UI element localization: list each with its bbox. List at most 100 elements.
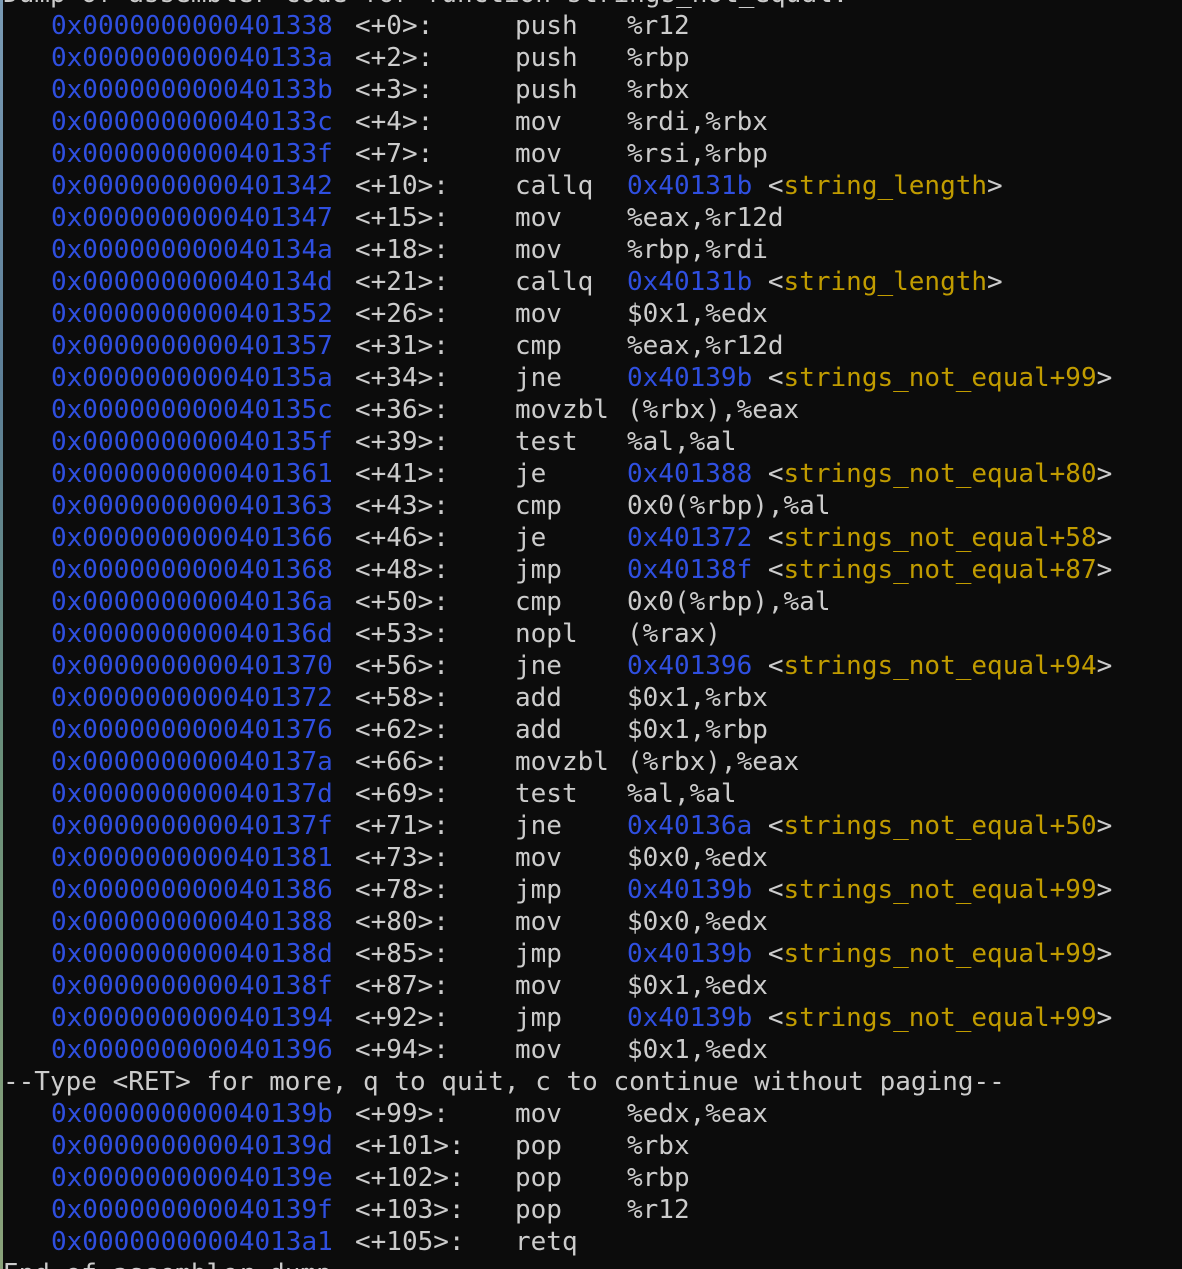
- instruction-mnemonic: jne: [515, 651, 562, 681]
- instruction-address: 0x0000000000401376: [51, 715, 333, 745]
- instruction-mnemonic: mov: [515, 1099, 562, 1129]
- instruction-address: 0x0000000000401366: [51, 523, 333, 553]
- operand-text: %rsi,%rbp: [627, 139, 768, 169]
- instruction-operands: $0x1,%edx: [627, 970, 768, 1002]
- instruction-operands: 0x401396 <strings_not_equal+94>: [627, 650, 1112, 682]
- operand-text: %rbp,%rdi: [627, 235, 768, 265]
- instruction-offset: <+18>:: [355, 235, 449, 265]
- instruction-row: 0x0000000000401363 <+43>: cmp 0x0(%rbp),%al: [3, 490, 1182, 522]
- angle-close: >: [1096, 523, 1113, 553]
- instruction-mnemonic: mov: [515, 907, 562, 937]
- instruction-mnemonic: push: [515, 75, 578, 105]
- instruction-operands: 0x0(%rbp),%al: [627, 586, 831, 618]
- jump-target-address: 0x40139b: [627, 363, 753, 393]
- instruction-row: 0x0000000000401361 <+41>: je 0x401388 <stri…: [3, 458, 1182, 490]
- instruction-operands: %rbp: [627, 1162, 690, 1194]
- instruction-row: 0x0000000000401394 <+92>: jmp 0x40139b <str…: [3, 1002, 1182, 1034]
- instruction-mnemonic: pop: [515, 1131, 562, 1161]
- instruction-operands: %r12: [627, 10, 690, 42]
- instruction-mnemonic: pop: [515, 1195, 562, 1225]
- instruction-address: 0x000000000040135c: [51, 395, 333, 425]
- terminal-window[interactable]: Dump of assembler code for function stri…: [3, 0, 1182, 1269]
- instruction-row: 0x000000000040133f <+7>: mov %rsi,%rbp: [3, 138, 1182, 170]
- instruction-operands: 0x40139b <strings_not_equal+99>: [627, 1002, 1112, 1034]
- instruction-operands: %rbp,%rdi: [627, 234, 768, 266]
- instruction-operands: %rbx: [627, 74, 690, 106]
- instruction-address: 0x0000000000401372: [51, 683, 333, 713]
- instruction-row: 0x000000000040135a <+34>: jne 0x40139b <str…: [3, 362, 1182, 394]
- instruction-offset: <+56>:: [355, 651, 449, 681]
- operand-text: %r12: [627, 11, 690, 41]
- instruction-offset: <+85>:: [355, 939, 449, 969]
- instruction-address: 0x0000000000401381: [51, 843, 333, 873]
- dump-footer: End of assembler dump.: [3, 1258, 1182, 1269]
- instruction-address: 0x0000000000401347: [51, 203, 333, 233]
- operand-text: $0x1,%rbx: [627, 683, 768, 713]
- instruction-offset: <+53>:: [355, 619, 449, 649]
- angle-close: >: [1096, 875, 1113, 905]
- instruction-row: 0x0000000000401347 <+15>: mov %eax,%r12d: [3, 202, 1182, 234]
- instruction-row: 0x000000000040138d <+85>: jmp 0x40139b <str…: [3, 938, 1182, 970]
- instruction-row: 0x0000000000401352 <+26>: mov $0x1,%edx: [3, 298, 1182, 330]
- jump-target-symbol: strings_not_equal+50: [783, 811, 1097, 841]
- instruction-address: 0x0000000000401363: [51, 491, 333, 521]
- instruction-address: 0x000000000040136d: [51, 619, 333, 649]
- angle-open: <: [767, 651, 784, 681]
- instruction-address: 0x000000000040134a: [51, 235, 333, 265]
- jump-target-symbol: strings_not_equal+99: [783, 1003, 1097, 1033]
- angle-open: <: [767, 939, 784, 969]
- instruction-mnemonic: mov: [515, 299, 562, 329]
- instruction-offset: <+58>:: [355, 683, 449, 713]
- instruction-operands: $0x1,%rbx: [627, 682, 768, 714]
- pager-prompt[interactable]: --Type <RET> for more, q to quit, c to c…: [3, 1066, 1182, 1098]
- instruction-offset: <+41>:: [355, 459, 449, 489]
- operand-text: %rbx: [627, 1131, 690, 1161]
- instruction-operands: 0x40131b <string_length>: [627, 170, 1003, 202]
- jump-target-address: 0x40136a: [627, 811, 753, 841]
- instruction-mnemonic: add: [515, 715, 562, 745]
- operand-text: %rbp: [627, 1163, 690, 1193]
- instruction-address: 0x000000000040135a: [51, 363, 333, 393]
- jump-target-address: 0x40138f: [627, 555, 753, 585]
- angle-close: >: [1096, 363, 1113, 393]
- instruction-operands: %eax,%r12d: [627, 330, 784, 362]
- instruction-operands: $0x1,%edx: [627, 1034, 768, 1066]
- angle-open: <: [767, 811, 784, 841]
- instruction-mnemonic: test: [515, 779, 578, 809]
- operand-text: $0x1,%rbp: [627, 715, 768, 745]
- angle-close: >: [987, 267, 1003, 297]
- angle-open: <: [767, 875, 784, 905]
- instruction-offset: <+43>:: [355, 491, 449, 521]
- jump-target-address: 0x401372: [627, 523, 753, 553]
- instruction-list-page-2: 0x000000000040139b <+99>: mov %edx,%eax 0x00…: [3, 1098, 1182, 1258]
- instruction-address: 0x0000000000401357: [51, 331, 333, 361]
- disassembly-output: Dump of assembler code for function stri…: [3, 0, 1182, 1269]
- instruction-address: 0x000000000040139e: [51, 1163, 333, 1193]
- instruction-operands: %rbx: [627, 1130, 690, 1162]
- dump-header: Dump of assembler code for function stri…: [3, 0, 1182, 10]
- instruction-offset: <+87>:: [355, 971, 449, 1001]
- jump-target-address: 0x401396: [627, 651, 753, 681]
- instruction-address: 0x000000000040139d: [51, 1131, 333, 1161]
- instruction-operands: 0x401372 <strings_not_equal+58>: [627, 522, 1112, 554]
- jump-target-symbol: string_length: [783, 171, 988, 201]
- operand-text: %al,%al: [627, 779, 737, 809]
- instruction-row: 0x000000000040135f <+39>: test %al,%al: [3, 426, 1182, 458]
- instruction-row: 0x000000000040133b <+3>: push %rbx: [3, 74, 1182, 106]
- instruction-offset: <+46>:: [355, 523, 449, 553]
- instruction-address: 0x000000000040133b: [51, 75, 333, 105]
- jump-target-symbol: strings_not_equal+87: [783, 555, 1097, 585]
- instruction-offset: <+50>:: [355, 587, 449, 617]
- instruction-mnemonic: callq: [515, 171, 594, 201]
- instruction-row: 0x00000000004013a1 <+105>: retq: [3, 1226, 1182, 1258]
- instruction-address: 0x000000000040136a: [51, 587, 333, 617]
- instruction-offset: <+62>:: [355, 715, 449, 745]
- instruction-operands: %rdi,%rbx: [627, 106, 768, 138]
- instruction-operands: 0x40139b <strings_not_equal+99>: [627, 874, 1112, 906]
- instruction-row: 0x0000000000401381 <+73>: mov $0x0,%edx: [3, 842, 1182, 874]
- operand-text: %rbx: [627, 75, 690, 105]
- instruction-offset: <+34>:: [355, 363, 449, 393]
- operand-text: 0x0(%rbp),%al: [627, 491, 831, 521]
- instruction-mnemonic: cmp: [515, 331, 562, 361]
- jump-target-address: 0x40131b: [627, 171, 753, 201]
